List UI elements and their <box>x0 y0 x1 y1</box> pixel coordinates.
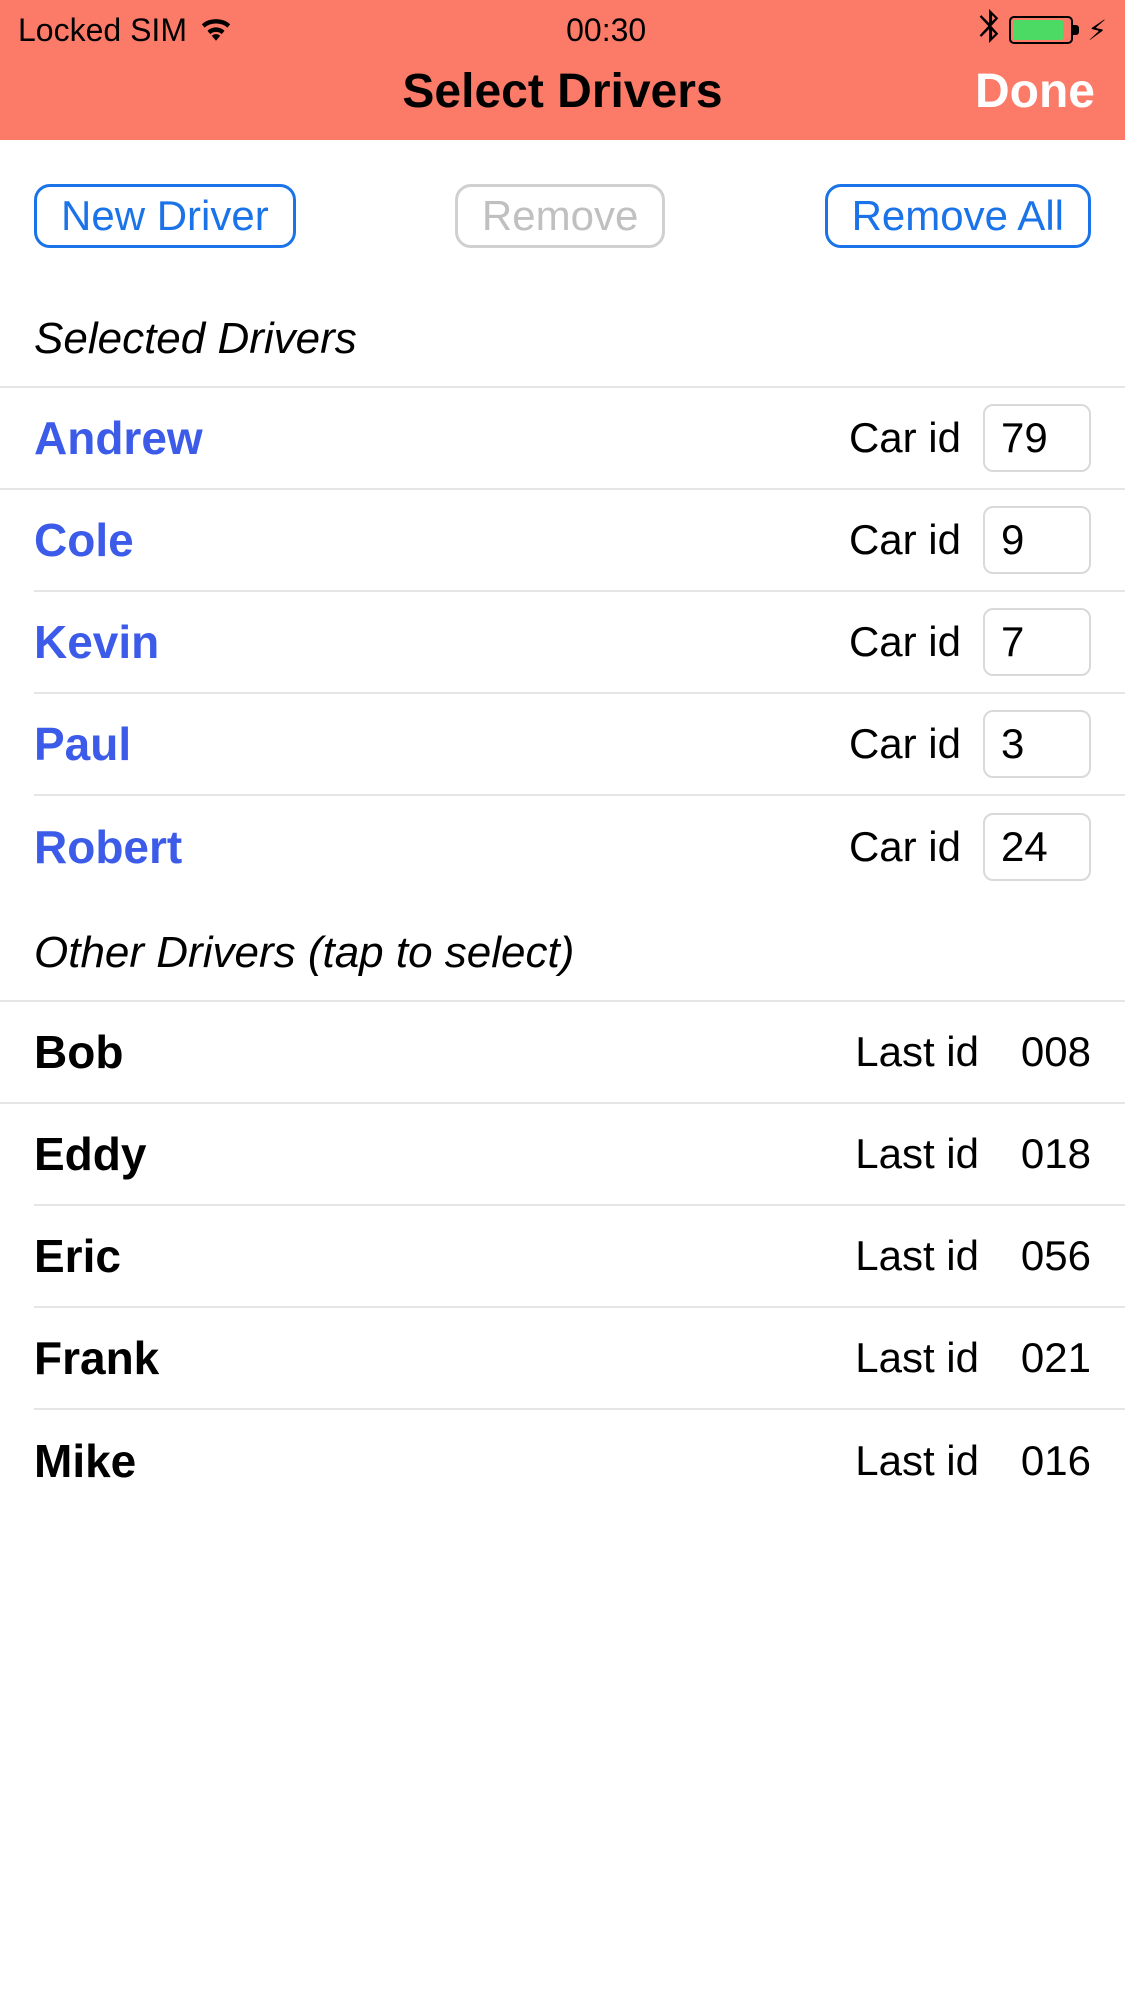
driver-name: Frank <box>34 1331 855 1385</box>
last-id-value: 021 <box>1001 1334 1091 1382</box>
driver-name: Andrew <box>34 411 849 465</box>
other-driver-row[interactable]: Mike Last id 016 <box>34 1410 1125 1512</box>
bluetooth-icon <box>979 9 999 51</box>
last-id-value: 056 <box>1001 1232 1091 1280</box>
other-drivers-list: Bob Last id 008 Eddy Last id 018 Eric La… <box>0 1000 1125 1512</box>
page-title: Select Drivers <box>402 64 722 119</box>
last-id-label: Last id <box>855 1437 979 1485</box>
last-id-value: 018 <box>1001 1130 1091 1178</box>
carrier-label: Locked SIM <box>18 12 187 49</box>
driver-name: Paul <box>34 717 849 771</box>
car-id-label: Car id <box>849 516 961 564</box>
selected-driver-row[interactable]: Robert Car id <box>34 796 1125 898</box>
car-id-label: Car id <box>849 823 961 871</box>
car-id-input[interactable] <box>983 506 1091 574</box>
last-id-label: Last id <box>855 1130 979 1178</box>
wifi-icon <box>199 12 233 49</box>
last-id-label: Last id <box>855 1232 979 1280</box>
car-id-input[interactable] <box>983 404 1091 472</box>
last-id-value: 016 <box>1001 1437 1091 1485</box>
toolbar: New Driver Remove Remove All <box>0 140 1125 248</box>
remove-all-button[interactable]: Remove All <box>825 184 1091 248</box>
driver-name: Bob <box>34 1025 855 1079</box>
car-id-input[interactable] <box>983 710 1091 778</box>
selected-drivers-list: Andrew Car id Cole Car id Kevin Car id P… <box>0 386 1125 898</box>
last-id-label: Last id <box>855 1334 979 1382</box>
clock: 00:30 <box>566 12 646 49</box>
other-driver-row[interactable]: Bob Last id 008 <box>0 1002 1125 1104</box>
other-driver-row[interactable]: Eddy Last id 018 <box>34 1104 1125 1206</box>
other-drivers-header: Other Drivers (tap to select) <box>0 898 1125 1000</box>
new-driver-button[interactable]: New Driver <box>34 184 296 248</box>
driver-name: Eric <box>34 1229 855 1283</box>
selected-driver-row[interactable]: Cole Car id <box>34 490 1125 592</box>
car-id-label: Car id <box>849 414 961 462</box>
car-id-input[interactable] <box>983 608 1091 676</box>
car-id-label: Car id <box>849 720 961 768</box>
driver-name: Kevin <box>34 615 849 669</box>
car-id-input[interactable] <box>983 813 1091 881</box>
driver-name: Mike <box>34 1434 855 1488</box>
other-driver-row[interactable]: Frank Last id 021 <box>34 1308 1125 1410</box>
battery-icon <box>1009 16 1073 44</box>
status-bar: Locked SIM 00:30 ⚡︎ <box>0 0 1125 60</box>
selected-driver-row[interactable]: Andrew Car id <box>0 388 1125 490</box>
selected-driver-row[interactable]: Kevin Car id <box>34 592 1125 694</box>
last-id-value: 008 <box>1001 1028 1091 1076</box>
other-driver-row[interactable]: Eric Last id 056 <box>34 1206 1125 1308</box>
selected-driver-row[interactable]: Paul Car id <box>34 694 1125 796</box>
last-id-label: Last id <box>855 1028 979 1076</box>
remove-button: Remove <box>455 184 665 248</box>
charging-icon: ⚡︎ <box>1087 14 1107 47</box>
selected-drivers-header: Selected Drivers <box>0 248 1125 386</box>
driver-name: Eddy <box>34 1127 855 1181</box>
car-id-label: Car id <box>849 618 961 666</box>
done-button[interactable]: Done <box>975 64 1095 119</box>
nav-bar: Select Drivers Done <box>0 60 1125 140</box>
driver-name: Cole <box>34 513 849 567</box>
driver-name: Robert <box>34 820 849 874</box>
